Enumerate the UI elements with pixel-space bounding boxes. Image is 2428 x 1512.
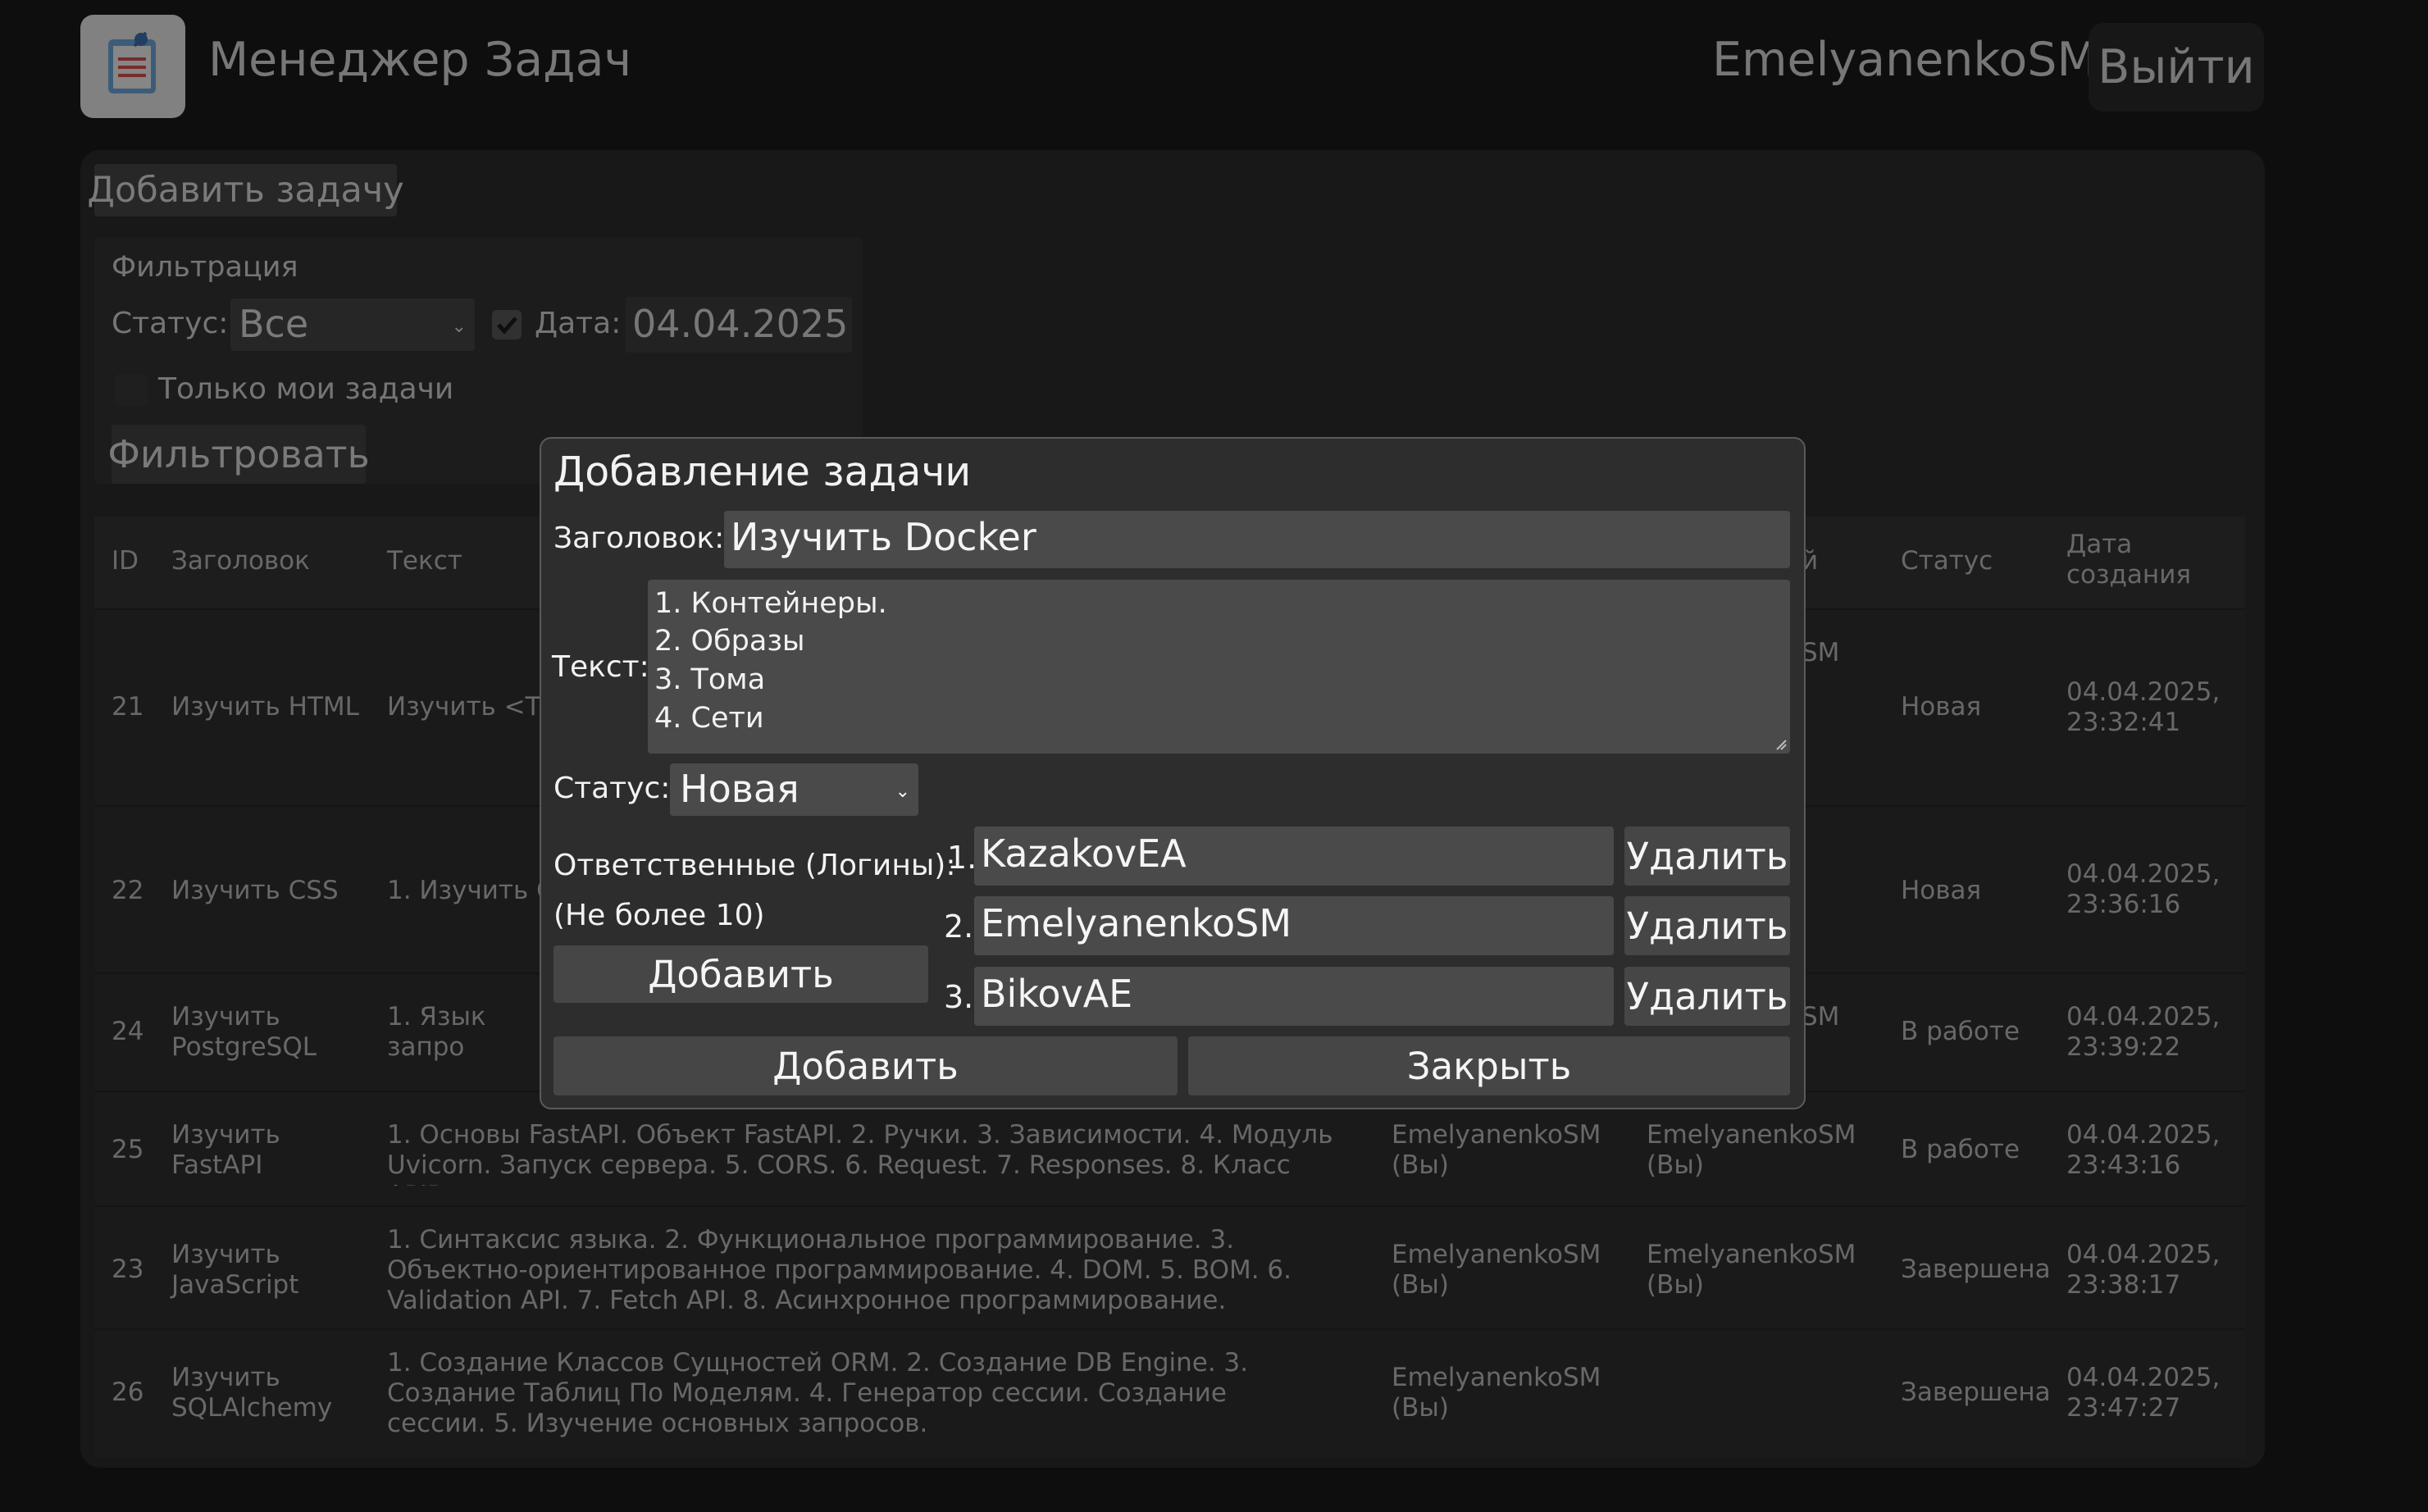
responsible-login-value: EmelyanenkoSM <box>981 901 1292 945</box>
responsible-hint: (Не более 10) <box>553 899 765 932</box>
responsible-login-value: KazakovEA <box>981 831 1187 876</box>
responsible-number: 3. <box>944 979 974 1015</box>
modal-title-label: Заголовок: <box>553 521 725 555</box>
responsible-number: 1. <box>947 840 977 876</box>
responsible-login-input[interactable]: KazakovEA <box>974 827 1614 886</box>
responsible-login-value: BikovAE <box>981 972 1133 1016</box>
delete-responsible-button[interactable]: Удалить <box>1624 967 1790 1026</box>
responsible-login-input[interactable]: BikovAE <box>974 967 1614 1026</box>
responsible-login-input[interactable]: EmelyanenkoSM <box>974 896 1614 955</box>
close-modal-button[interactable]: Закрыть <box>1188 1036 1790 1095</box>
submit-task-button[interactable]: Добавить <box>553 1036 1178 1095</box>
task-status-value: Новая <box>680 767 799 811</box>
modal-status-label: Статус: <box>553 772 671 805</box>
responsible-label: Ответственные (Логины): <box>553 849 956 882</box>
task-text-line: 2. Образы <box>654 625 805 658</box>
resize-handle-icon[interactable] <box>1775 739 1787 750</box>
delete-responsible-button[interactable]: Удалить <box>1624 827 1790 886</box>
responsible-number: 2. <box>944 909 974 945</box>
add-responsible-button[interactable]: Добавить <box>553 945 928 1003</box>
task-text-line: 1. Контейнеры. <box>654 587 887 620</box>
task-text-line: 4. Сети <box>654 702 764 735</box>
task-title-input[interactable]: Изучить Docker <box>724 511 1790 568</box>
task-status-select[interactable]: Новая ⌄ <box>670 763 918 816</box>
chevron-down-icon: ⌄ <box>895 781 910 802</box>
modal-title: Добавление задачи <box>553 449 972 495</box>
task-text-line: 3. Тома <box>654 663 766 696</box>
task-title-value: Изучить Docker <box>731 515 1036 559</box>
delete-responsible-button[interactable]: Удалить <box>1624 896 1790 955</box>
modal-text-label: Текст: <box>552 650 649 684</box>
